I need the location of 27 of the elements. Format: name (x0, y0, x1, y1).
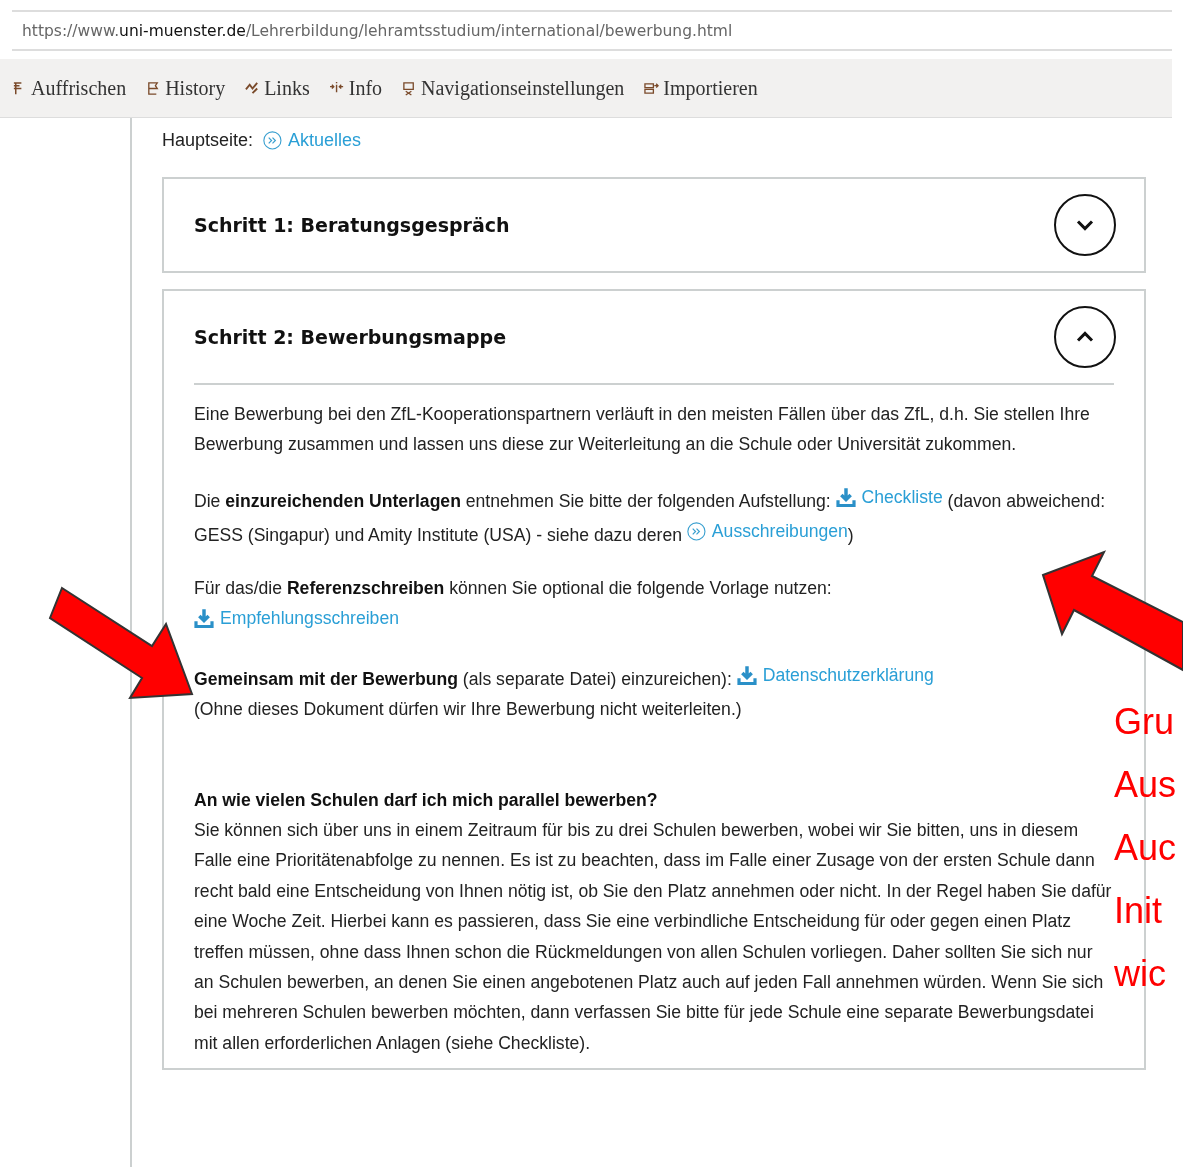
toolbar-button[interactable]: Auffrischen (12, 76, 127, 100)
paragraph: Die einzureichenden Unterlagen entnehmen Sie bitte der folgenden Aufstellung: Checkliste (davon abweichend: GESS (Singapur) und Amity Institute (USA) - siehe dazu deren Ausschreibungen) (194, 481, 1114, 551)
export-icon (644, 80, 660, 96)
toolbar-button[interactable]: History (146, 76, 226, 100)
paragraph: Eine Bewerbung bei den ZfL-Kooperationspartnern verläuft in den meisten Fällen über das ZfL, d.h. Sie stellen Ihre Bewerbung zusammen und lassen uns diese zur Weiterleitung an die Schule oder Universität zukommen. (194, 403, 1091, 457)
annotation-text: Init (1114, 889, 1164, 933)
double-chevron-icon (686, 522, 706, 542)
zigzag-icon (245, 80, 261, 96)
download-icon (194, 608, 214, 629)
download-icon (835, 487, 856, 507)
annotation-text: Auc (1114, 826, 1177, 870)
toolbar-button[interactable]: Navigationseinstellungen (402, 76, 625, 100)
paragraph: Gemeinsam mit der Bewerbung (als separate Datei) einzureichen): Datenschutzerklärung (Ohne dieses Dokument dürfen wir Ihre Bewerbung nicht weiterleiten.) (194, 659, 1114, 725)
faq-answer: Sie können sich über uns in einem Zeitraum für bis zu drei Schulen bewerben, wobei wir Sie bitten, uns in diesem Falle eine Prioritätenabfolge zu nennen. Es ist zu beachten, dass im Falle einer Zusage von der ersten Schule dann recht bald eine Entscheidung von Ihnen nötig ist, ob Sie den Platz annehmen oder nicht. In der Regel haben Sie dafür eine Woche Zeit. Hierbei kann es passieren, dass Sie eine verbindliche Entscheidung für oder gegen einen Platz treffen müssen, ohne dass Ihnen schon die Rückmeldungen von allen Schulen vorliegen. Daher sollten Sie sich nur an Schulen bewerben, an denen Sie einen angebotenen Platz auch auf jeden Fall annehmen würden. Wenn Sie sich bei mehreren Schulen bewerben möchten, dann verfassen Sie bitte für jede Schule eine separate Bewerbungsdatei mit allen erforderlichen Anlagen (siehe Checkliste). (194, 818, 1113, 1055)
faq-question: An wie vielen Schulen darf ich mich parallel bewerben? (194, 788, 659, 812)
toolbar-button[interactable]: Links (245, 76, 310, 100)
annotation-text: Gru (1114, 700, 1175, 744)
hauptseite-label: Hauptseite: (162, 130, 254, 151)
annotation-text: wic (1114, 952, 1167, 996)
toolbar-button[interactable]: Importieren (644, 76, 758, 100)
toolbar-button[interactable]: Info (329, 76, 383, 100)
section-title: Schritt 2: Bewerbungsmappe (194, 326, 506, 348)
address-field[interactable]: https://www.uni-muenster.de/Lehrerbildung/lehramtsstudium/international/bewerbung.html (12, 10, 1172, 51)
double-chevron-icon (263, 131, 283, 150)
section-title: Schritt 1: Beratungsgespräch (194, 214, 510, 236)
annotation-text: Aus (1114, 763, 1177, 807)
download-icon (736, 664, 757, 685)
